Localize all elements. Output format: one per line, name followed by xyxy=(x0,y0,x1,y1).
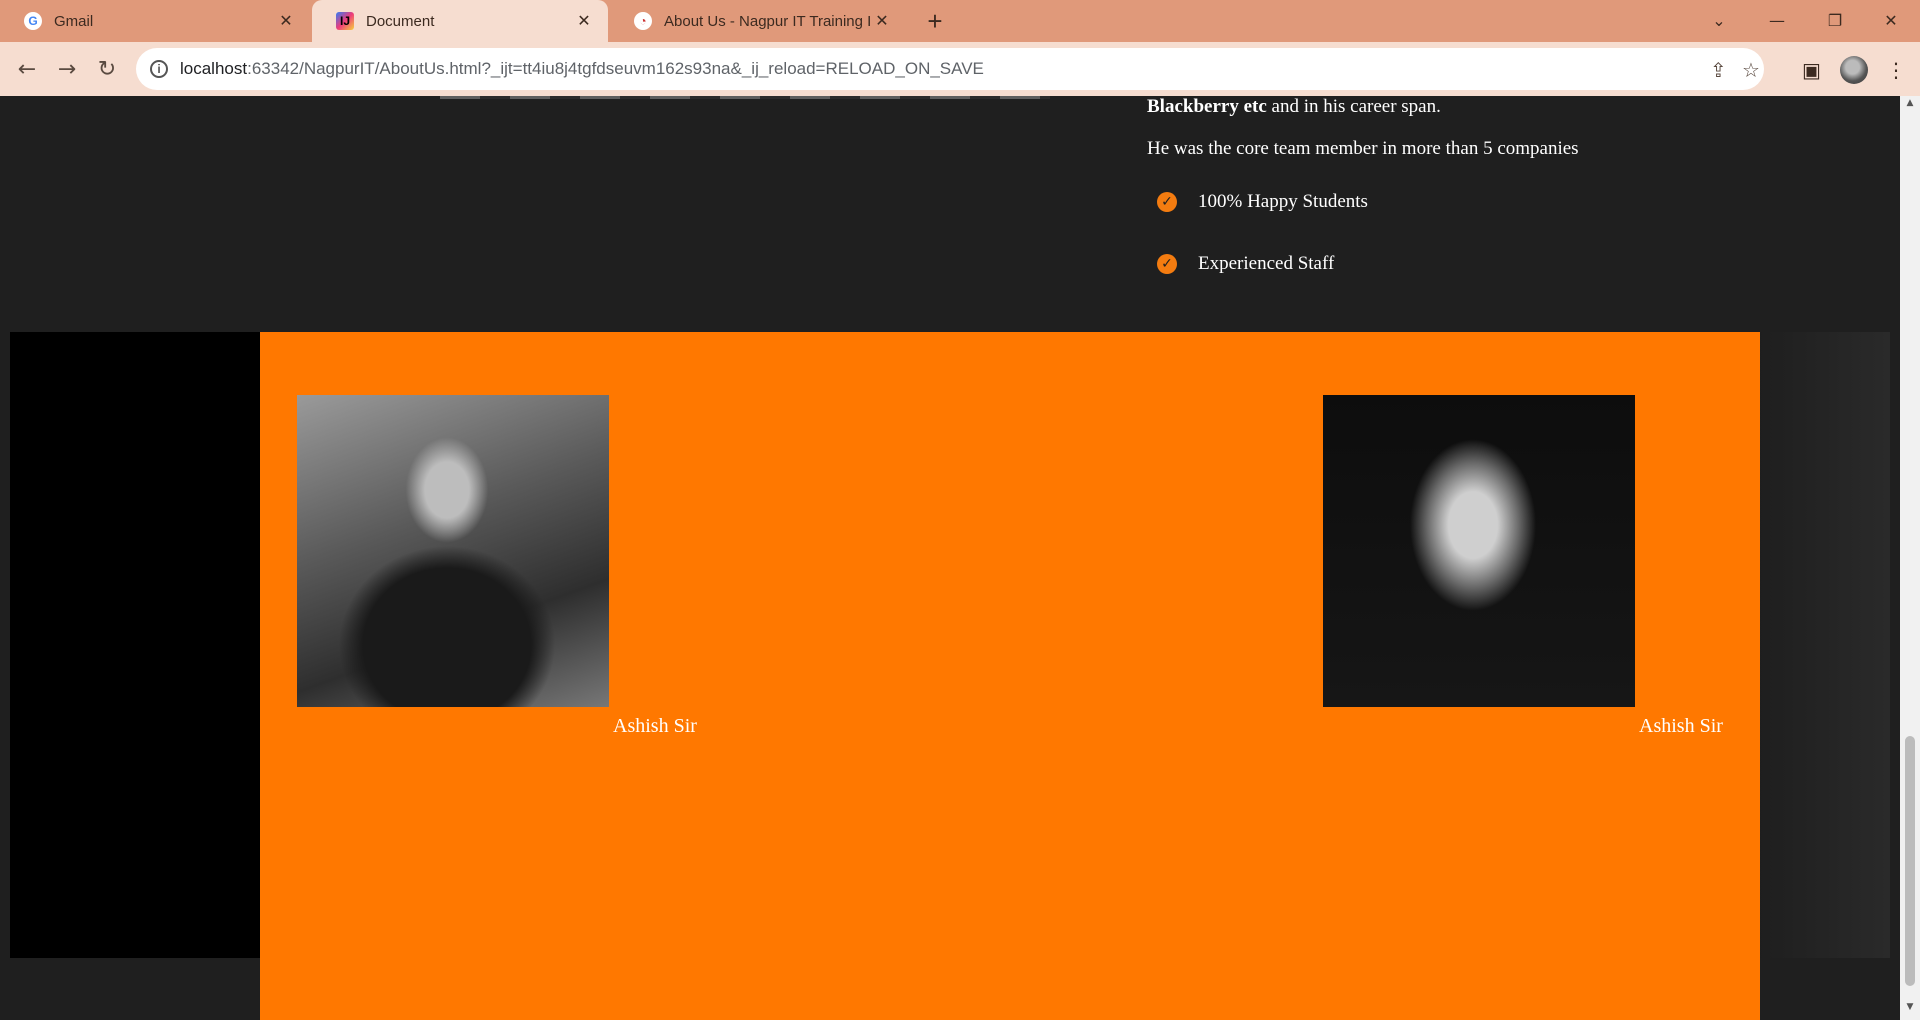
minimize-button[interactable]: — xyxy=(1748,0,1806,40)
restore-button[interactable]: ❐ xyxy=(1806,0,1864,40)
tab-gmail[interactable]: G Gmail ✕ xyxy=(0,0,310,42)
url-path: :63342/NagpurIT/AboutUs.html?_ijt=tt4iu8… xyxy=(247,59,984,78)
page-viewport: Blackberry etc and in his career span. H… xyxy=(0,96,1900,1020)
browser-toolbar: ← → ↻ i localhost:63342/NagpurIT/AboutUs… xyxy=(0,42,1920,96)
feature-item: ✓ 100% Happy Students xyxy=(1157,191,1368,213)
check-circle-icon: ✓ xyxy=(1157,192,1177,212)
tab-document[interactable]: IJ Document ✕ xyxy=(312,0,608,42)
team-member-photo xyxy=(297,395,609,707)
close-tab-icon[interactable]: ✕ xyxy=(276,11,296,31)
address-bar[interactable]: i localhost:63342/NagpurIT/AboutUs.html?… xyxy=(136,48,1764,90)
bookmark-star-icon[interactable]: ☆ xyxy=(1742,58,1760,82)
browser-tab-bar: G Gmail ✕ IJ Document ✕ ◔ About Us - Nag… xyxy=(0,0,1920,42)
share-icon[interactable]: ⇪ xyxy=(1710,58,1727,82)
scroll-up-icon[interactable]: ▲ xyxy=(1900,98,1920,114)
tab-title: Gmail xyxy=(54,12,94,30)
site-info-icon[interactable]: i xyxy=(150,60,168,78)
about-line-2: He was the core team member in more than… xyxy=(1147,138,1579,159)
image-bottom-edge xyxy=(440,96,1050,99)
feature-label: 100% Happy Students xyxy=(1198,191,1368,212)
about-line-1: Blackberry etc and in his career span. xyxy=(1147,96,1441,118)
google-g-icon: G xyxy=(24,12,42,30)
profile-avatar[interactable] xyxy=(1840,56,1868,84)
scroll-down-icon[interactable]: ▼ xyxy=(1900,1002,1920,1018)
back-icon[interactable]: ← xyxy=(10,52,44,86)
forward-icon[interactable]: → xyxy=(50,52,84,86)
team-member-name: Ashish Sir xyxy=(1639,715,1723,737)
team-member-name: Ashish Sir xyxy=(613,715,697,737)
reload-icon[interactable]: ↻ xyxy=(90,52,124,86)
feature-label: Experienced Staff xyxy=(1198,253,1335,274)
tab-title: About Us - Nagpur IT Training In xyxy=(664,12,872,30)
page-scrollbar[interactable]: ▲ ▼ xyxy=(1900,96,1920,1020)
team-member-photo xyxy=(1323,395,1635,707)
menu-kebab-icon[interactable]: ⋮ xyxy=(1886,58,1906,82)
side-panel-icon[interactable]: ▣ xyxy=(1802,58,1821,82)
feature-item: ✓ Experienced Staff xyxy=(1157,253,1334,275)
scrollbar-thumb[interactable] xyxy=(1905,736,1915,986)
about-line-1-rest: and in his career span. xyxy=(1266,96,1441,117)
check-circle-icon: ✓ xyxy=(1157,254,1177,274)
tab-title: Document xyxy=(366,12,435,30)
about-line-1-bold: Blackberry etc xyxy=(1147,96,1267,117)
close-window-button[interactable]: ✕ xyxy=(1862,0,1920,40)
team-section: Ashish Sir Ashish Sir xyxy=(260,332,1760,1020)
url-host: localhost xyxy=(180,59,248,78)
new-tab-button[interactable]: + xyxy=(920,6,950,36)
site-favicon-icon: ◔ xyxy=(634,12,652,30)
tab-search-icon[interactable]: ⌄ xyxy=(1690,0,1748,40)
tab-about-us[interactable]: ◔ About Us - Nagpur IT Training In ✕ xyxy=(610,0,906,42)
intellij-icon: IJ xyxy=(336,12,354,30)
close-tab-icon[interactable]: ✕ xyxy=(574,11,594,31)
close-tab-icon[interactable]: ✕ xyxy=(872,11,892,31)
